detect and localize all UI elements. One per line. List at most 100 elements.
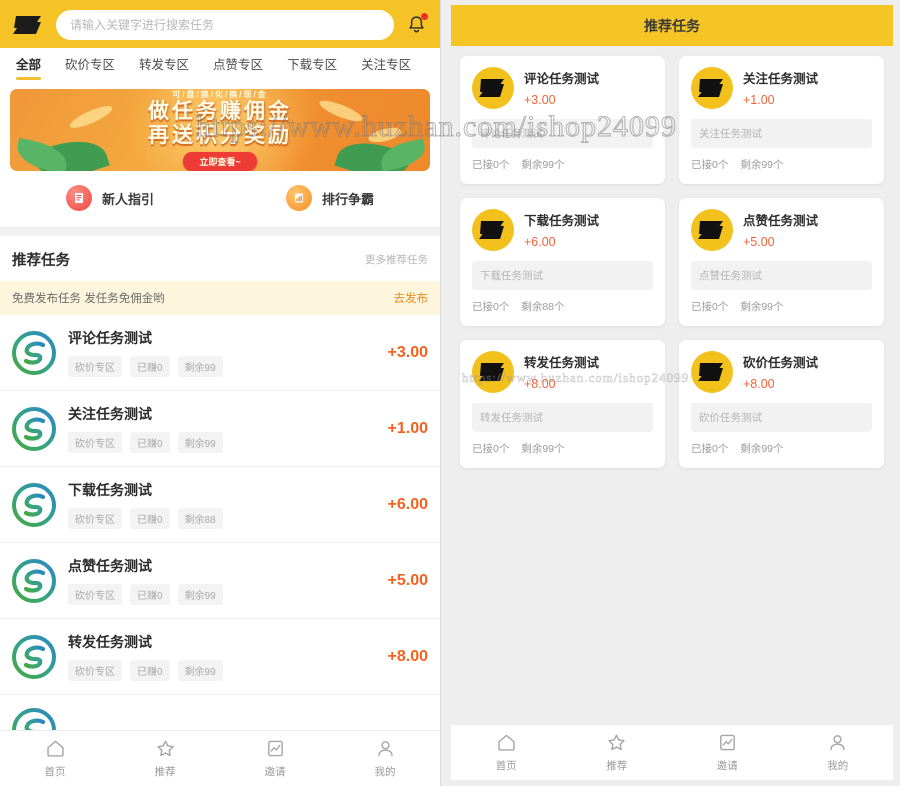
ranking-chart-icon bbox=[285, 185, 312, 211]
category-tabs[interactable]: 全部 砍价专区 转发专区 点赞专区 下载专区 关注专区 bbox=[0, 48, 440, 81]
right-bottom-tabbar[interactable]: 首页 推荐 邀请 我的 bbox=[451, 724, 893, 780]
list-item[interactable]: 点赞任务测试 +5.00 点赞任务测试 已接0个 剩余99个 bbox=[679, 198, 884, 326]
task-logo-icon bbox=[12, 406, 56, 451]
table-row[interactable]: 转发任务测试 砍价专区 已赚0 剩余99 +8.00 bbox=[0, 619, 440, 695]
card-title: 砍价任务测试 bbox=[743, 356, 819, 370]
task-zone-tag: 砍价专区 bbox=[68, 660, 122, 681]
task-zone-tag: 砍价专区 bbox=[68, 508, 122, 529]
task-earned-tag: 已赚0 bbox=[130, 356, 170, 377]
task-earned-tag: 已赚0 bbox=[130, 660, 170, 681]
tab-like[interactable]: 点赞专区 bbox=[201, 54, 275, 81]
tabbar-item-recommend[interactable]: 推荐 bbox=[562, 732, 673, 773]
card-title: 下载任务测试 bbox=[524, 214, 600, 228]
table-row[interactable]: 评论任务测试 砍价专区 已赚0 剩余99 +3.00 bbox=[0, 315, 440, 391]
task-remain-tag: 剩余99 bbox=[177, 584, 223, 605]
tabbar-item-invite[interactable]: 邀请 bbox=[220, 738, 330, 779]
card-description: 关注任务测试 bbox=[691, 119, 872, 148]
card-remaining-count: 剩余99个 bbox=[740, 159, 784, 171]
tabbar-label: 首页 bbox=[495, 760, 517, 772]
tab-bargain[interactable]: 砍价专区 bbox=[53, 54, 127, 81]
left-phone-panel: 全部 砍价专区 转发专区 点赞专区 下载专区 关注专区 可/盘 bbox=[0, 0, 441, 786]
card-description: 下载任务测试 bbox=[472, 261, 653, 290]
card-description: 转发任务测试 bbox=[472, 403, 653, 432]
card-price: +6.00 bbox=[524, 235, 556, 249]
tabbar-item-invite[interactable]: 邀请 bbox=[672, 732, 783, 773]
bottom-tabbar[interactable]: 首页 推荐 邀请 我的 bbox=[0, 730, 440, 786]
recommended-section-header: 推荐任务 更多推荐任务 bbox=[0, 236, 440, 281]
tabbar-label: 推荐 bbox=[154, 766, 176, 778]
task-title: 点赞任务测试 bbox=[68, 558, 152, 574]
card-accepted-count: 已接0个 bbox=[472, 301, 510, 313]
task-zone-tag: 砍价专区 bbox=[68, 356, 122, 377]
task-remain-tag: 剩余88 bbox=[177, 508, 223, 529]
app-root: 全部 砍价专区 转发专区 点赞专区 下载专区 关注专区 可/盘 bbox=[0, 0, 900, 786]
card-accepted-count: 已接0个 bbox=[472, 443, 510, 455]
tabbar-label: 推荐 bbox=[606, 760, 628, 772]
tabbar-item-home[interactable]: 首页 bbox=[0, 738, 110, 779]
brand-logo-icon bbox=[472, 209, 514, 251]
tab-follow[interactable]: 关注专区 bbox=[349, 54, 423, 81]
card-remaining-count: 剩余99个 bbox=[740, 443, 784, 455]
right-page-title: 推荐任务 bbox=[451, 5, 893, 46]
list-item[interactable]: 下载任务测试 +6.00 下载任务测试 已接0个 剩余88个 bbox=[460, 198, 665, 326]
invite-chart-icon bbox=[267, 740, 283, 757]
search-input[interactable] bbox=[70, 18, 380, 32]
card-price: +3.00 bbox=[524, 93, 556, 107]
card-price: +1.00 bbox=[743, 93, 775, 107]
card-title: 评论任务测试 bbox=[524, 72, 600, 86]
tabbar-label: 邀请 bbox=[264, 766, 286, 778]
task-logo-icon bbox=[12, 558, 56, 603]
promo-banner[interactable]: 可/盘/换/化/换/现/金 做任务赚佣金 再送积分奖励 立即查看~ bbox=[10, 89, 430, 171]
quick-link-newbie-guide[interactable]: 新人指引 bbox=[0, 185, 220, 211]
tabbar-item-mine[interactable]: 我的 bbox=[783, 732, 894, 773]
quick-link-label: 排行争霸 bbox=[321, 191, 374, 207]
brand-logo-icon bbox=[691, 67, 733, 109]
task-remain-tag: 剩余99 bbox=[177, 356, 223, 377]
table-row[interactable]: 关注任务测试 砍价专区 已赚0 剩余99 +1.00 bbox=[0, 391, 440, 467]
task-price: +6.00 bbox=[387, 495, 428, 513]
list-item[interactable]: 关注任务测试 +1.00 关注任务测试 已接0个 剩余99个 bbox=[679, 56, 884, 184]
left-scroll-area[interactable]: 可/盘/换/化/换/现/金 做任务赚佣金 再送积分奖励 立即查看~ 新人指引 排… bbox=[0, 81, 440, 730]
list-item[interactable]: 评论任务测试 +3.00 评论任务测试 已接0个 剩余99个 bbox=[460, 56, 665, 184]
task-price: +5.00 bbox=[387, 571, 428, 589]
table-row-partial[interactable] bbox=[0, 695, 440, 730]
right-scroll-area[interactable]: 评论任务测试 +3.00 评论任务测试 已接0个 剩余99个 关注任务测试 +1… bbox=[451, 46, 893, 724]
card-accepted-count: 已接0个 bbox=[472, 159, 510, 171]
tab-download[interactable]: 下载专区 bbox=[275, 54, 349, 81]
publish-promo-bar[interactable]: 免费发布任务 发任务免佣金哟 去发布 bbox=[0, 281, 440, 315]
table-row[interactable]: 点赞任务测试 砍价专区 已赚0 剩余99 +5.00 bbox=[0, 543, 440, 619]
task-remain-tag: 剩余99 bbox=[177, 660, 223, 681]
quick-link-label: 新人指引 bbox=[101, 191, 154, 207]
task-title: 下载任务测试 bbox=[68, 482, 152, 498]
star-icon bbox=[156, 740, 174, 757]
quick-link-ranking[interactable]: 排行争霸 bbox=[220, 185, 440, 211]
card-remaining-count: 剩余88个 bbox=[521, 301, 565, 313]
tabbar-label: 首页 bbox=[44, 766, 66, 778]
task-zone-tag: 砍价专区 bbox=[68, 432, 122, 453]
card-description: 点赞任务测试 bbox=[691, 261, 872, 290]
table-row[interactable]: 下载任务测试 砍价专区 已赚0 剩余88 +6.00 bbox=[0, 467, 440, 543]
list-item[interactable]: 砍价任务测试 +8.00 砍价任务测试 已接0个 剩余99个 bbox=[679, 340, 884, 468]
tab-forward[interactable]: 转发专区 bbox=[127, 54, 201, 81]
notification-bell-button[interactable] bbox=[402, 11, 430, 39]
person-icon bbox=[830, 735, 845, 751]
recommended-task-grid: 评论任务测试 +3.00 评论任务测试 已接0个 剩余99个 关注任务测试 +1… bbox=[460, 56, 884, 468]
guide-book-icon bbox=[65, 185, 92, 211]
task-logo-icon bbox=[12, 708, 56, 730]
section-divider bbox=[0, 227, 440, 236]
go-publish-link[interactable]: 去发布 bbox=[394, 290, 429, 306]
tabbar-item-home[interactable]: 首页 bbox=[451, 732, 562, 773]
banner-cta-button[interactable]: 立即查看~ bbox=[183, 151, 257, 171]
tab-all[interactable]: 全部 bbox=[4, 54, 53, 81]
brand-logo-icon bbox=[691, 351, 733, 393]
tabbar-item-mine[interactable]: 我的 bbox=[330, 738, 440, 779]
quick-links-row: 新人指引 排行争霸 bbox=[0, 171, 440, 227]
list-item[interactable]: 转发任务测试 +8.00 转发任务测试 已接0个 剩余99个 bbox=[460, 340, 665, 468]
search-box[interactable] bbox=[56, 10, 394, 40]
tabbar-item-recommend[interactable]: 推荐 bbox=[110, 738, 220, 779]
banner-line-2: 再送积分奖励 bbox=[148, 124, 292, 147]
person-icon bbox=[377, 741, 393, 757]
home-icon bbox=[498, 734, 515, 751]
more-recommended-link[interactable]: 更多推荐任务 bbox=[365, 252, 428, 267]
banner-line-1: 做任务赚佣金 bbox=[148, 100, 292, 124]
